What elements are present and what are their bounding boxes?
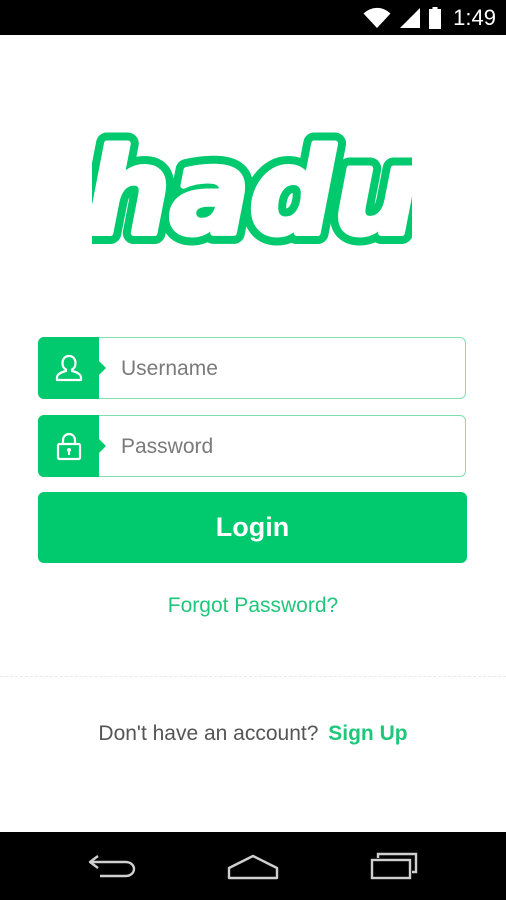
signup-row: Don't have an account? Sign Up [0, 722, 506, 746]
password-icon-box [38, 415, 106, 477]
status-bar: 1:49 [0, 0, 506, 35]
recents-icon[interactable] [366, 850, 422, 882]
hadu-logo: hadu hadu [92, 115, 412, 265]
divider [0, 676, 506, 677]
home-icon[interactable] [225, 850, 281, 882]
password-field[interactable] [38, 415, 466, 478]
signup-prompt: Don't have an account? [98, 722, 319, 745]
forgot-password-label[interactable]: Forgot Password? [168, 594, 338, 617]
username-input[interactable] [119, 338, 453, 400]
wifi-icon [363, 7, 391, 28]
logo-text-fill: hadu [92, 123, 412, 261]
password-input[interactable] [119, 416, 453, 478]
user-icon [55, 354, 83, 382]
status-time: 1:49 [453, 4, 496, 30]
signup-link[interactable]: Sign Up [328, 722, 407, 745]
forgot-password-link[interactable]: Forgot Password? [0, 594, 506, 618]
login-button[interactable]: Login [38, 492, 467, 563]
cell-signal-icon [400, 7, 421, 28]
battery-icon [429, 6, 442, 29]
username-icon-box [38, 337, 106, 399]
status-icons: 1:49 [363, 0, 496, 35]
back-icon[interactable] [84, 850, 140, 882]
username-field[interactable] [38, 337, 466, 400]
lock-icon [56, 432, 82, 461]
nav-bar [0, 832, 506, 900]
